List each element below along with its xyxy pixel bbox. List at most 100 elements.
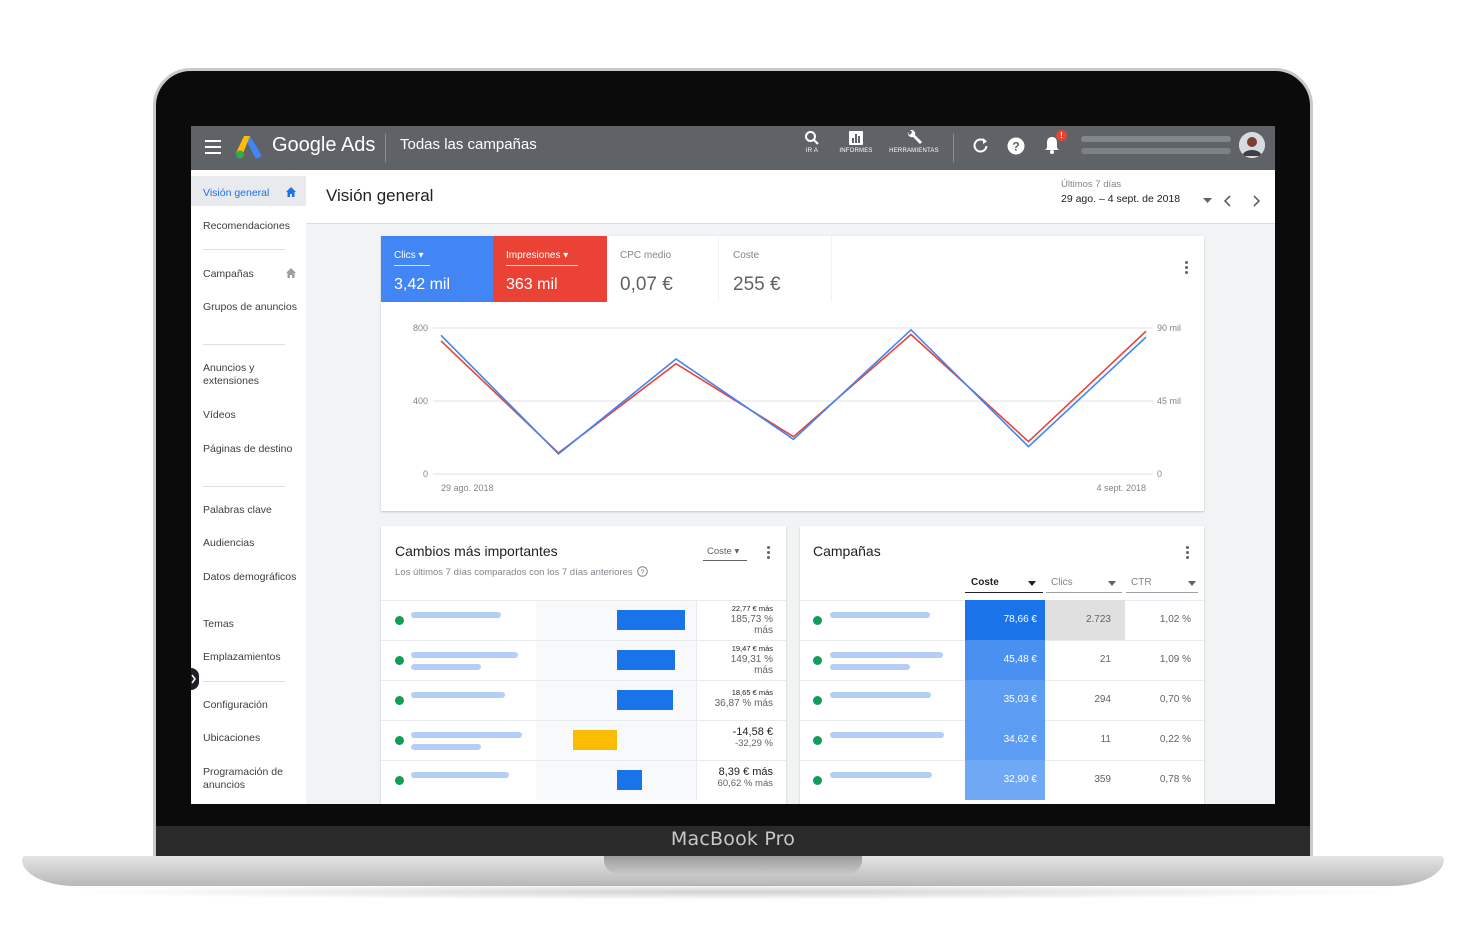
ctr-value: 0,22 % (1159, 734, 1191, 745)
ctr-value: 0,70 % (1159, 694, 1191, 705)
metric-label: Coste (733, 250, 760, 261)
sidebar-item-campaigns[interactable]: Campañas (203, 268, 298, 281)
y-right-tick-label: 90 mil (1157, 323, 1181, 333)
caret-down-icon[interactable] (1028, 581, 1036, 586)
sidebar-item-ad-schedule[interactable]: Programación de anuncios (203, 766, 298, 792)
caret-down-icon[interactable] (1188, 581, 1196, 586)
column-header-cost[interactable]: Coste (971, 577, 999, 588)
campaign-name-blurred[interactable] (411, 732, 522, 738)
sidebar-item-locations[interactable]: Ubicaciones (203, 732, 298, 745)
refresh-icon[interactable] (972, 137, 989, 154)
sidebar-collapse-toggle[interactable] (191, 668, 199, 690)
reports-label: INFORMES (839, 148, 873, 154)
campaigns-more-icon[interactable] (1186, 546, 1190, 561)
sidebar-item-ad-groups[interactable]: Grupos de anuncios (203, 301, 298, 314)
clicks-value: 2.723 (1085, 614, 1111, 625)
metric-underline (394, 265, 430, 266)
screen: Google Ads Todas las campañas IR A INFOR… (191, 126, 1275, 804)
card-title: Cambios más importantes (395, 543, 558, 559)
campaign-name-blurred[interactable] (411, 744, 481, 750)
date-range-selector[interactable]: 29 ago. – 4 sept. de 2018 (1061, 193, 1180, 205)
clicks-value: 359 (1094, 774, 1111, 785)
chevron-left-icon[interactable] (1223, 195, 1233, 207)
status-dot (813, 776, 822, 785)
campaign-name-blurred[interactable] (411, 664, 481, 670)
change-value: 19,47 € más 149,31 % más (730, 644, 773, 676)
sidebar-divider (203, 344, 285, 345)
changes-more-icon[interactable] (767, 546, 771, 561)
divider (385, 134, 386, 162)
campaign-name-blurred[interactable] (830, 732, 944, 738)
reports-button[interactable]: INFORMES (834, 130, 878, 154)
caret-down-icon[interactable] (1108, 581, 1116, 586)
metric-tile-cost[interactable]: Coste 255 € (720, 236, 832, 302)
avatar[interactable] (1239, 132, 1265, 158)
change-value: 18,65 € más 36,87 % más (714, 688, 773, 709)
campaign-name-blurred[interactable] (411, 772, 509, 778)
scope-title[interactable]: Todas las campañas (400, 136, 537, 153)
sidebar-item-settings[interactable]: Configuración (203, 699, 298, 712)
column-header-clicks[interactable]: Clics (1051, 577, 1073, 588)
sidebar-divider (203, 249, 285, 250)
sidebar: Visión general Recomendaciones Campañas … (191, 170, 306, 804)
cost-value: 45,48 € (1003, 654, 1037, 665)
svg-text:?: ? (1012, 140, 1019, 154)
campaign-name-blurred[interactable] (830, 652, 943, 658)
help-icon[interactable]: ? (1007, 137, 1025, 155)
change-bar (617, 770, 643, 790)
y-left-tick-label: 400 (413, 396, 428, 406)
metric-tile-impressions[interactable]: Impresiones ▾ 363 mil (493, 236, 607, 302)
campaign-name-blurred[interactable] (830, 664, 910, 670)
caret-down-icon[interactable] (1203, 198, 1212, 204)
status-dot (395, 696, 404, 705)
campaign-name-blurred[interactable] (411, 652, 518, 658)
status-dot (813, 696, 822, 705)
campaign-name-blurred[interactable] (830, 612, 930, 618)
notification-badge: ! (1056, 130, 1067, 141)
app-name: Google Ads (272, 134, 376, 156)
clicks-value: 294 (1094, 694, 1111, 705)
column-header-ctr[interactable]: CTR (1131, 577, 1152, 588)
change-bar (573, 730, 617, 750)
change-value: 22,77 € más 185,73 % más (730, 604, 773, 636)
page-title: Visión general (326, 186, 434, 205)
sidebar-item-landing-pages[interactable]: Páginas de destino (203, 443, 298, 456)
campaign-name-blurred[interactable] (411, 692, 505, 698)
go-to-button[interactable]: IR A (799, 130, 825, 154)
sidebar-item-demographics[interactable]: Datos demográficos (203, 571, 298, 584)
cost-value: 32,90 € (1003, 774, 1037, 785)
metric-tile-avg-cpc[interactable]: CPC medio 0,07 € (607, 236, 719, 302)
metric-select[interactable]: Coste ▾ (707, 546, 739, 557)
hamburger-menu-icon[interactable] (205, 140, 221, 154)
help-circle-icon[interactable]: ? (637, 566, 649, 577)
sidebar-divider (203, 681, 285, 682)
sidebar-item-topics[interactable]: Temas (203, 618, 298, 631)
chart-more-icon[interactable] (1185, 261, 1189, 276)
campaign-name-blurred[interactable] (830, 772, 932, 778)
tools-button[interactable]: HERRAMIENTAS (886, 130, 942, 154)
metric-label: Clics ▾ (394, 250, 424, 261)
sidebar-item-recommendations[interactable]: Recomendaciones (203, 220, 298, 233)
sidebar-item-audiences[interactable]: Audiencias (203, 537, 298, 550)
metric-value: 363 mil (506, 276, 558, 293)
column-divider (696, 600, 697, 800)
metric-tile-clicks[interactable]: Clics ▾ 3,42 mil (381, 236, 493, 302)
card-subtitle: Los últimos 7 días comparados con los 7 … (395, 566, 649, 578)
metric-underline (506, 265, 578, 266)
go-to-label: IR A (805, 148, 819, 154)
sidebar-item-overview[interactable]: Visión general (203, 187, 298, 200)
chevron-right-icon[interactable] (1251, 195, 1261, 207)
sidebar-item-keywords[interactable]: Palabras clave (203, 504, 298, 517)
campaigns-card: Campañas Coste Clics CTR 78,66 € 2.723 1,0… (800, 526, 1204, 804)
metric-value: 3,42 mil (394, 276, 451, 293)
change-value: -14,58 € -32,29 % (732, 726, 773, 750)
column-underline (1046, 592, 1122, 593)
row-divider (381, 680, 786, 681)
tools-label: HERRAMIENTAS (889, 148, 939, 154)
sidebar-item-videos[interactable]: Vídeos (203, 409, 298, 422)
campaign-name-blurred[interactable] (830, 692, 931, 698)
metric-label: Impresiones ▾ (506, 250, 569, 261)
campaign-name-blurred[interactable] (411, 612, 501, 618)
sidebar-item-ads-extensions[interactable]: Anuncios y extensiones (203, 362, 298, 388)
sidebar-item-placements[interactable]: Emplazamientos (203, 651, 298, 664)
